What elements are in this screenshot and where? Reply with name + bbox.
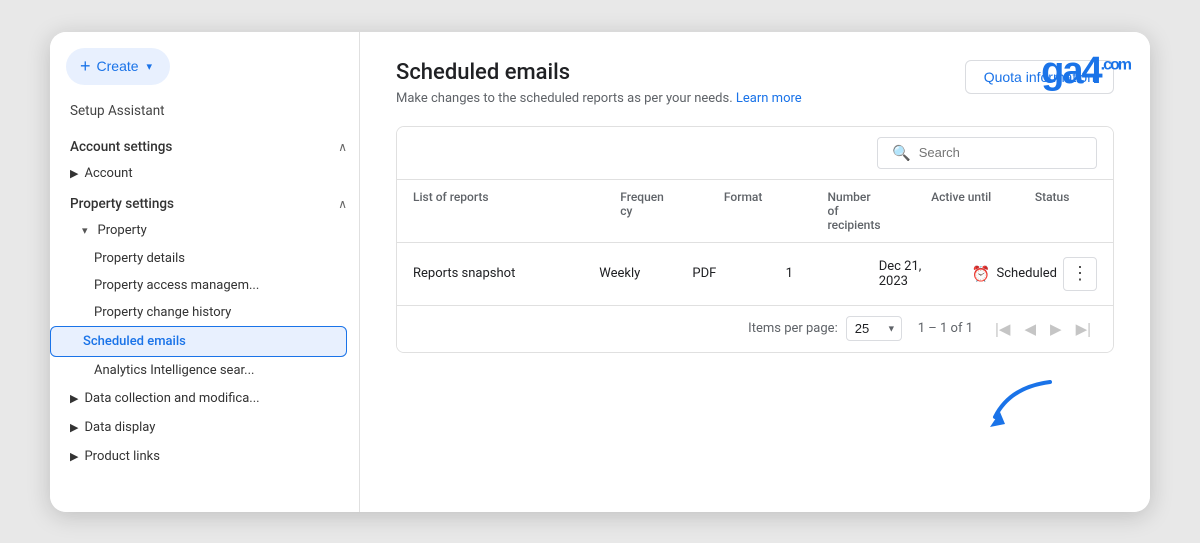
prev-page-button[interactable]: ◀ (1018, 316, 1042, 342)
th-list-of-reports: List of reports (413, 190, 620, 232)
property-access-label: Property access managem... (94, 278, 259, 293)
sidebar-item-property-change[interactable]: Property change history (50, 299, 347, 326)
td-format: PDF (692, 266, 785, 281)
ga4-logo: ga4.com (1041, 52, 1130, 90)
arrow-right-icon: ▶ (70, 167, 78, 180)
sidebar-item-scheduled-emails[interactable]: Scheduled emails (50, 326, 347, 357)
td-active-until: Dec 21,2023 (879, 259, 972, 289)
th-frequency: Frequency (620, 190, 724, 232)
arrow-right-icon3: ▶ (70, 421, 78, 434)
chevron-down-icon: ▾ (147, 60, 153, 73)
chevron-up-icon2: ∧ (338, 197, 347, 211)
sidebar-item-account[interactable]: ▶ Account (50, 159, 347, 188)
property-change-label: Property change history (94, 305, 231, 320)
subtitle-text: Make changes to the scheduled reports as… (396, 91, 733, 106)
th-recipients: Numberofrecipients (828, 190, 932, 232)
status-text: Scheduled (997, 266, 1057, 281)
per-page-select[interactable]: 25 50 100 (846, 316, 902, 341)
search-icon: 🔍 (892, 144, 911, 162)
ga4-logo-text: ga4 (1041, 50, 1100, 92)
td-list-of-reports: Reports snapshot (413, 266, 599, 281)
property-details-label: Property details (94, 251, 185, 266)
sidebar-item-property-details[interactable]: Property details (50, 245, 347, 272)
analytics-intelligence-label: Analytics Intelligence sear... (94, 363, 254, 378)
create-label: Create (97, 58, 139, 74)
arrow-right-icon2: ▶ (70, 392, 78, 405)
sidebar-item-property-access[interactable]: Property access managem... (50, 272, 347, 299)
sidebar-item-account-label: Account (84, 166, 132, 181)
main-content: Quota information Scheduled emails Make … (360, 32, 1150, 512)
scheduled-emails-label: Scheduled emails (83, 334, 186, 349)
more-options-button[interactable]: ⋮ (1063, 257, 1097, 291)
product-links-label: Product links (84, 449, 159, 464)
arrow-down-icon: ▾ (82, 224, 88, 237)
search-input[interactable] (919, 145, 1082, 160)
search-box[interactable]: 🔍 (877, 137, 1097, 169)
table-header: List of reports Frequency Format Numbero… (397, 180, 1113, 243)
sidebar-item-property-label: Property (98, 223, 147, 238)
arrow-right-icon4: ▶ (70, 450, 78, 463)
arrow-annotation (980, 372, 1060, 436)
learn-more-link[interactable]: Learn more (736, 91, 802, 106)
account-settings-header[interactable]: Account settings ∧ (50, 131, 359, 159)
sidebar-item-analytics-intelligence[interactable]: Analytics Intelligence sear... (50, 357, 347, 384)
chevron-up-icon: ∧ (338, 140, 347, 154)
ga4-logo-suffix: .com (1101, 56, 1130, 73)
th-format: Format (724, 190, 828, 232)
setup-assistant-item[interactable]: Setup Assistant (50, 101, 359, 131)
create-button[interactable]: + Create ▾ (66, 48, 170, 85)
sidebar-item-property[interactable]: ▾ Property (50, 216, 347, 245)
search-row: 🔍 (397, 127, 1113, 180)
clock-icon: ⏰ (972, 265, 991, 283)
pagination-buttons: |◀ ◀ ▶ ▶| (989, 316, 1097, 342)
table-footer: Items per page: 25 50 100 1 – 1 of 1 |◀ … (397, 306, 1113, 352)
last-page-button[interactable]: ▶| (1070, 316, 1097, 342)
sidebar-item-data-collection[interactable]: ▶ Data collection and modifica... (50, 384, 347, 413)
items-per-page: Items per page: 25 50 100 (748, 316, 902, 341)
plus-icon: + (80, 56, 91, 77)
table-row: Reports snapshot Weekly PDF 1 Dec 21,202… (397, 243, 1113, 306)
data-display-label: Data display (84, 420, 155, 435)
per-page-select-wrap[interactable]: 25 50 100 (846, 316, 902, 341)
th-status: Status (1035, 190, 1097, 232)
sidebar-item-data-display[interactable]: ▶ Data display (50, 413, 347, 442)
account-settings-label: Account settings (70, 139, 172, 155)
td-recipients: 1 (786, 266, 879, 281)
sidebar: + Create ▾ Setup Assistant Account setti… (50, 32, 360, 512)
th-active-until: Active until (931, 190, 1035, 232)
td-frequency: Weekly (599, 266, 692, 281)
data-collection-label: Data collection and modifica... (84, 391, 259, 406)
next-page-button[interactable]: ▶ (1044, 316, 1068, 342)
td-status: ⏰ Scheduled ⋮ (972, 257, 1097, 291)
pagination-info: 1 – 1 of 1 (918, 321, 973, 336)
property-settings-label: Property settings (70, 196, 174, 212)
scheduled-emails-table: 🔍 List of reports Frequency Format Numbe… (396, 126, 1114, 353)
first-page-button[interactable]: |◀ (989, 316, 1016, 342)
sidebar-item-product-links[interactable]: ▶ Product links (50, 442, 347, 471)
property-settings-header[interactable]: Property settings ∧ (50, 188, 359, 216)
items-per-page-label: Items per page: (748, 321, 838, 336)
